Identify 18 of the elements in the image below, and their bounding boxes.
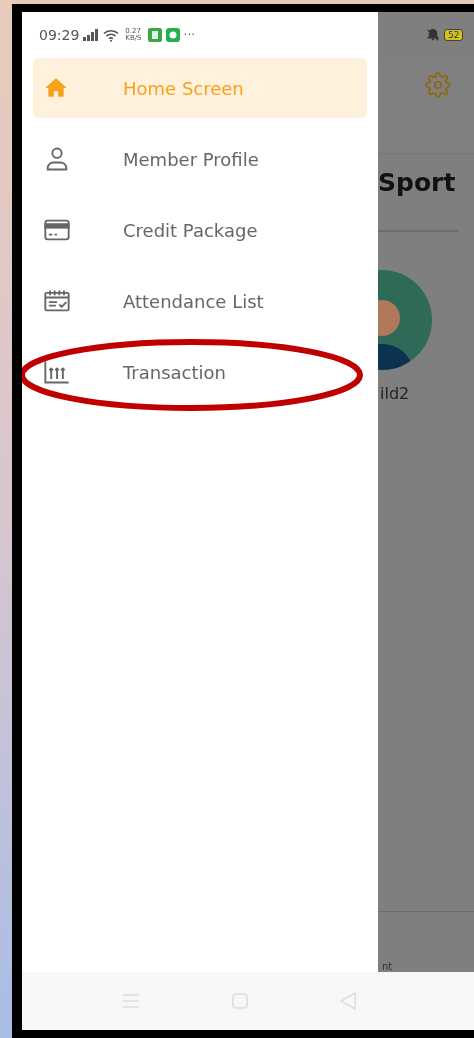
battery-level: 52: [443, 29, 464, 41]
muted-bell-icon: [425, 28, 440, 42]
settings-icon[interactable]: [425, 72, 452, 98]
app-notification-icon: [147, 28, 162, 42]
tab-label: nt: [382, 961, 393, 972]
back-icon[interactable]: [339, 992, 356, 1010]
drawer-menu-item[interactable]: Member Profile: [33, 129, 367, 189]
status-time: 09:29: [39, 27, 80, 43]
wifi-icon: [103, 28, 120, 42]
drawer-menu-item[interactable]: Attendance List: [33, 271, 367, 331]
page-title: Sport: [378, 168, 456, 199]
home-square-icon[interactable]: [231, 993, 248, 1009]
member-name: ild2: [380, 384, 410, 403]
signal-icon: [83, 29, 100, 41]
drawer-menu-item[interactable]: Transaction: [33, 342, 367, 402]
drawer-menu-item[interactable]: Credit Package: [33, 200, 367, 260]
shield-notification-icon: [165, 28, 180, 42]
more-notifications: ···: [183, 28, 195, 42]
